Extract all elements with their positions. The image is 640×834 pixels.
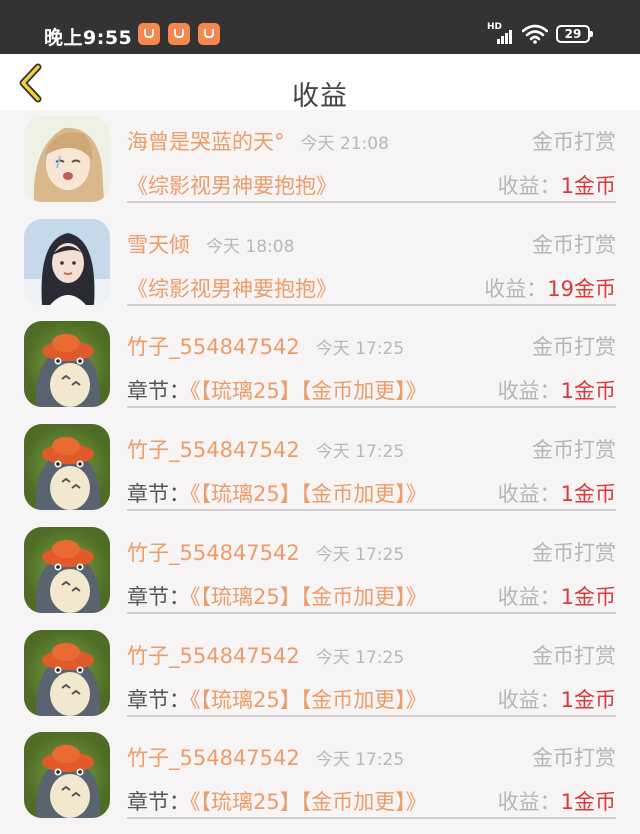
income-record[interactable]: 竹子_554847542 今天 17:25 金币打赏 章节：《【琉璃25】【金币加…: [0, 629, 640, 732]
divider: [127, 714, 616, 717]
income-label: 收益：: [497, 174, 561, 198]
record-time: 今天 17:25: [315, 339, 405, 360]
taobao-icon: [168, 23, 190, 45]
income-record[interactable]: 雪天倾 今天 18:08 金币打赏 《综影视男神要抱抱》 收益：19金币: [0, 218, 640, 321]
username[interactable]: 竹子_554847542: [127, 746, 300, 770]
book-title-link[interactable]: 《综影视男神要抱抱》: [127, 174, 337, 198]
totoro-avatar[interactable]: [24, 732, 110, 819]
username[interactable]: 海曾是哭蓝的天°: [127, 130, 285, 154]
reward-type: 金币打赏: [532, 540, 616, 565]
income-record[interactable]: 竹子_554847542 今天 17:25 金币打赏 章节：《【琉璃25】【金币加…: [0, 732, 640, 834]
income-label: 收益：: [497, 687, 561, 712]
income-amount: 19金币: [547, 276, 616, 301]
chapter-prefix: 章节：: [127, 584, 190, 609]
income-label: 收益：: [484, 276, 548, 301]
username[interactable]: 竹子_554847542: [127, 335, 300, 359]
reward-type: 金币打赏: [532, 438, 616, 463]
reward-type: 金币打赏: [532, 130, 616, 154]
divider: [127, 406, 616, 409]
page-title: 收益: [292, 81, 348, 112]
book-title-link[interactable]: 《【琉璃25】【金币加更】》: [190, 379, 427, 403]
totoro-avatar[interactable]: [24, 629, 110, 716]
income-amount: 1金币: [560, 790, 616, 815]
income-amount: 1金币: [560, 687, 616, 712]
book-title-link[interactable]: 《综影视男神要抱抱》: [127, 277, 337, 301]
taobao-icon: [138, 23, 160, 45]
divider: [127, 509, 616, 512]
network-type: HD: [487, 22, 503, 32]
income-label: 收益：: [497, 482, 561, 507]
battery-icon: 29: [556, 25, 593, 43]
income-label: 收益：: [497, 790, 561, 815]
income-label: 收益：: [497, 584, 561, 609]
status-time: 晚上9:55: [44, 27, 133, 49]
divider: [127, 201, 616, 203]
book-title-link[interactable]: 《【琉璃25】【金币加更】》: [190, 688, 427, 712]
divider: [127, 611, 616, 614]
chapter-prefix: 章节：: [127, 379, 190, 404]
income-record[interactable]: 海曾是哭蓝的天° 今天 21:08 金币打赏 《综影视男神要抱抱》 收益：1金币: [0, 116, 640, 218]
chapter-prefix: 章节：: [127, 687, 190, 712]
chapter-prefix: 章节：: [127, 482, 190, 507]
reward-type: 金币打赏: [532, 335, 616, 360]
record-time: 今天 17:25: [315, 647, 405, 668]
income-amount: 1金币: [560, 482, 616, 507]
book-title-link[interactable]: 《【琉璃25】【金币加更】》: [190, 482, 427, 506]
income-record[interactable]: 竹子_554847542 今天 17:25 金币打赏 章节：《【琉璃25】【金币加…: [0, 526, 640, 629]
record-time: 今天 17:25: [315, 544, 405, 565]
username[interactable]: 竹子_554847542: [127, 644, 300, 668]
income-record[interactable]: 竹子_554847542 今天 17:25 金币打赏 章节：《【琉璃25】【金币加…: [0, 321, 640, 423]
totoro-avatar[interactable]: [24, 526, 110, 613]
divider: [127, 303, 616, 306]
anime-girl-avatar[interactable]: [24, 116, 110, 202]
income-amount: 1金币: [560, 174, 616, 198]
income-record[interactable]: 竹子_554847542 今天 17:25 金币打赏 章节：《【琉璃25】【金币加…: [0, 424, 640, 526]
book-title-link[interactable]: 《【琉璃25】【金币加更】》: [190, 585, 427, 609]
chapter-prefix: 章节：: [127, 790, 190, 815]
income-label: 收益：: [497, 379, 561, 404]
wifi-icon: [522, 24, 548, 44]
divider: [127, 817, 616, 820]
record-time: 今天 21:08: [300, 134, 389, 154]
taobao-icon: [198, 23, 220, 45]
totoro-avatar[interactable]: [24, 321, 110, 408]
income-amount: 1金币: [560, 379, 616, 404]
book-title-link[interactable]: 《【琉璃25】【金币加更】》: [190, 790, 427, 814]
income-amount: 1金币: [560, 584, 616, 609]
status-bar: 晚上9:55 HD 29: [0, 0, 640, 54]
username[interactable]: 雪天倾: [127, 233, 190, 257]
reward-type: 金币打赏: [532, 232, 616, 257]
username[interactable]: 竹子_554847542: [127, 541, 300, 565]
reward-type: 金币打赏: [532, 746, 616, 771]
username[interactable]: 竹子_554847542: [127, 438, 300, 462]
totoro-avatar[interactable]: [24, 424, 110, 511]
photo-girl-avatar[interactable]: [24, 218, 110, 305]
record-time: 今天 17:25: [315, 750, 405, 771]
record-time: 今天 17:25: [315, 442, 405, 463]
record-time: 今天 18:08: [206, 236, 295, 257]
nav-bar: 收益: [0, 54, 640, 112]
reward-type: 金币打赏: [532, 643, 616, 668]
